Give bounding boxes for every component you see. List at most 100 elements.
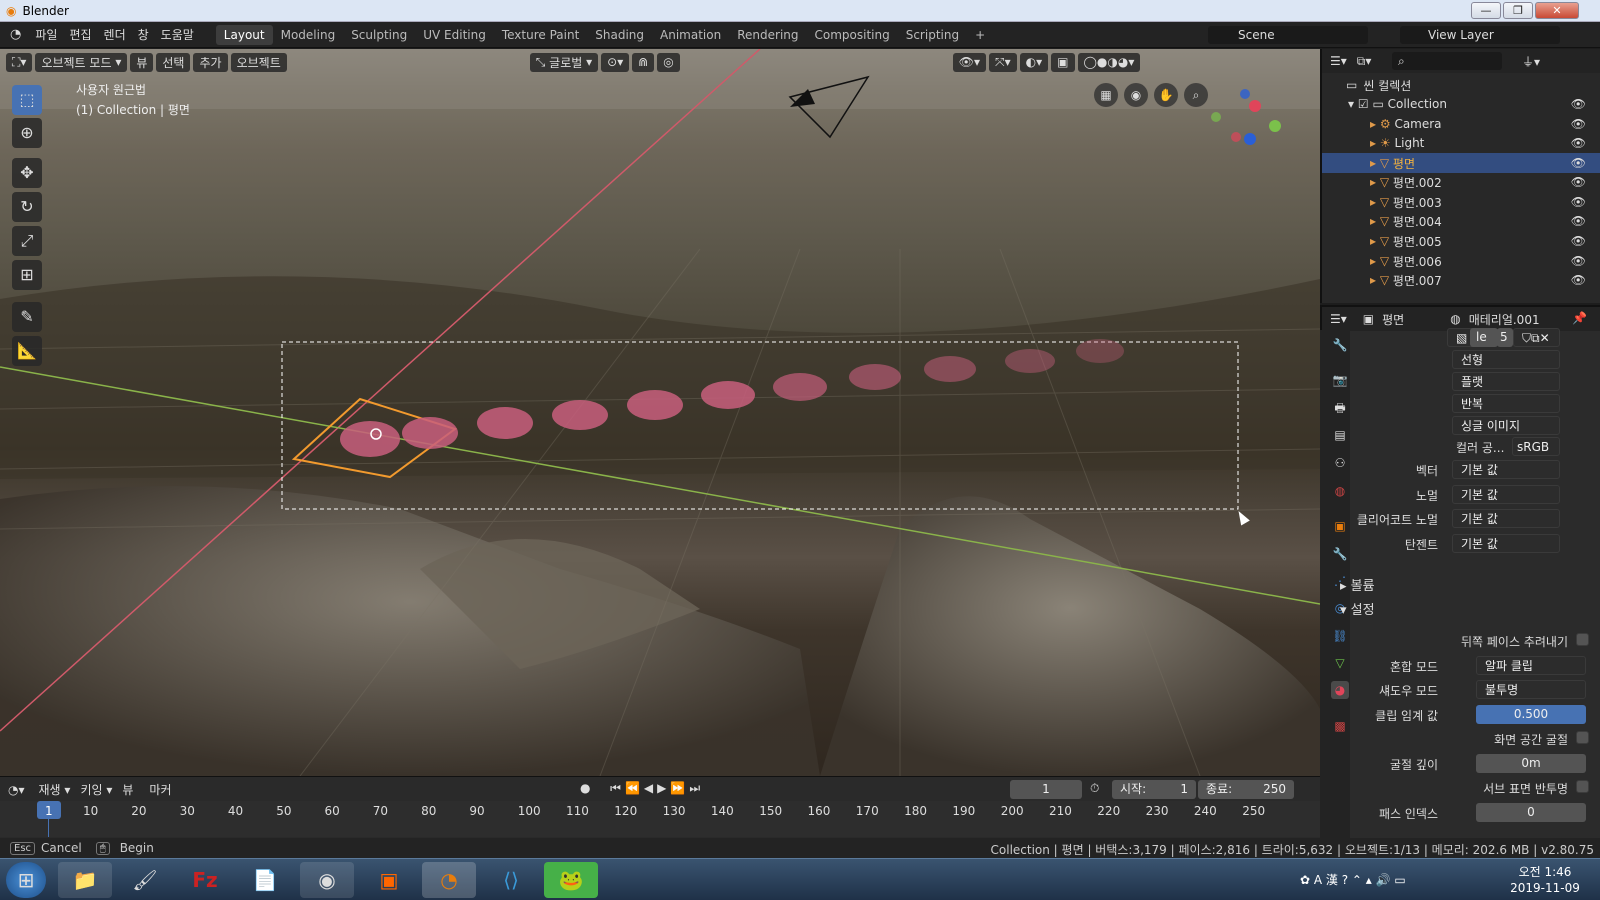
outliner-display-icon[interactable]: ⧉▾ — [1357, 54, 1372, 69]
jump-end-icon[interactable]: ⏭ — [689, 781, 704, 795]
eye-icon[interactable]: 👁 — [1571, 273, 1586, 287]
source-dropdown[interactable]: 싱글 이미지 — [1452, 416, 1560, 435]
tab-layout[interactable]: Layout — [215, 24, 273, 45]
constraints-tab-icon[interactable]: ⛓ — [1331, 627, 1349, 645]
minimize-button[interactable]: — — [1471, 2, 1501, 19]
subsurface-translucency-checkbox[interactable] — [1576, 780, 1589, 793]
tab-uv-editing[interactable]: UV Editing — [415, 25, 494, 45]
move-tool-icon[interactable]: ✥ — [12, 158, 42, 188]
frog-app-icon[interactable]: 🐸 — [544, 862, 598, 898]
outliner-item-plane-003[interactable]: ▸ ▽ 평면.003 👁 — [1322, 192, 1600, 212]
add-workspace-button[interactable]: + — [967, 25, 993, 45]
timeline-editor-icon[interactable]: ◔▾ — [8, 783, 25, 797]
outliner-item-plane-007[interactable]: ▸ ▽ 평면.007 👁 — [1322, 270, 1600, 290]
timeline-view-menu[interactable]: 뷰 — [122, 781, 133, 798]
filezilla-icon[interactable]: Fz — [178, 862, 232, 898]
tab-texture-paint[interactable]: Texture Paint — [494, 25, 587, 45]
next-key-icon[interactable]: ⏩ — [670, 781, 689, 795]
tab-sculpting[interactable]: Sculpting — [343, 25, 415, 45]
eye-icon[interactable]: 👁 — [1571, 117, 1586, 131]
end-frame-field[interactable]: 종료: 250 — [1198, 780, 1294, 799]
outliner-search-input[interactable]: ⌕ — [1392, 52, 1502, 70]
render-tab-icon[interactable]: 📷 — [1331, 371, 1349, 389]
cursor-tool-icon[interactable]: ⊕ — [12, 118, 42, 148]
timeline-ruler[interactable]: 1 10 20 30 40 50 60 70 80 90 100 110 120 130 140 150 160… — [0, 801, 1320, 837]
rotate-tool-icon[interactable]: ↻ — [12, 192, 42, 222]
blend-mode-dropdown[interactable]: 알파 클립 — [1476, 656, 1586, 675]
tangent-field[interactable]: 기본 값 — [1452, 534, 1560, 553]
outliner-item-collection[interactable]: ▾ ☑ ▭ Collection 👁 — [1322, 94, 1600, 114]
tray-icons[interactable]: ✿ A 漢 ? ⌃ ▴ 🔊 ▭ — [1300, 871, 1406, 888]
pin-icon[interactable]: 📌 — [1572, 311, 1587, 325]
outliner-item-light[interactable]: ▸ ☀ Light 👁 — [1322, 133, 1600, 153]
eye-icon[interactable]: 👁 — [1571, 97, 1586, 111]
checkbox-icon[interactable]: ☑ — [1358, 97, 1369, 111]
camera-view-icon[interactable]: ◉ — [1124, 83, 1148, 107]
vector-field[interactable]: 기본 값 — [1452, 460, 1560, 479]
jump-start-icon[interactable]: ⏮ — [610, 781, 625, 795]
properties-editor-icon[interactable]: ☰▾ — [1330, 312, 1347, 326]
live-app-icon[interactable]: ▣ — [362, 862, 416, 898]
maximize-button[interactable]: ❐ — [1503, 2, 1533, 19]
editor-type-icon[interactable]: ⛶▾ — [6, 52, 33, 72]
clip-threshold-slider[interactable]: 0.500 — [1476, 705, 1586, 724]
zoom-icon[interactable]: ⌕ — [1184, 83, 1208, 107]
prev-key-icon[interactable]: ⏪ — [625, 781, 644, 795]
vscode-icon[interactable]: ⟨⟩ — [484, 862, 538, 898]
eye-icon[interactable]: 👁 — [1571, 254, 1586, 268]
eye-icon[interactable]: 👁 — [1571, 156, 1586, 170]
tab-shading[interactable]: Shading — [587, 25, 652, 45]
color-space-dropdown[interactable]: sRGB — [1512, 437, 1560, 456]
notepad-icon[interactable]: 📄 — [238, 862, 292, 898]
marker-menu[interactable]: 마커 — [149, 781, 171, 798]
outliner-item-plane-004[interactable]: ▸ ▽ 평면.004 👁 — [1322, 211, 1600, 231]
screen-space-refraction-checkbox[interactable] — [1576, 731, 1589, 744]
eye-icon[interactable]: 👁 — [1571, 136, 1586, 150]
backface-culling-checkbox[interactable] — [1576, 633, 1589, 646]
image-actions[interactable]: ⛉⧉✕ — [1513, 328, 1560, 347]
overlay-toggle-icon[interactable]: ◐▾ — [1019, 52, 1049, 72]
close-button[interactable]: ✕ — [1535, 2, 1579, 19]
measure-tool-icon[interactable]: 📐 — [12, 336, 42, 366]
play-icon[interactable]: ▶ — [657, 781, 670, 795]
menu-view[interactable]: 뷰 — [130, 52, 154, 72]
transform-tool-icon[interactable]: ⊞ — [12, 260, 42, 290]
refraction-depth-field[interactable]: 0m — [1476, 754, 1586, 773]
keying-menu[interactable]: 키잉 ▾ — [80, 781, 112, 798]
view-layer-selector[interactable]: View Layer — [1400, 26, 1560, 44]
select-box-icon[interactable]: ⬚ — [12, 85, 42, 115]
menu-help[interactable]: 도움말 — [155, 26, 200, 43]
menu-object[interactable]: 오브젝트 — [230, 52, 287, 72]
menu-edit[interactable]: 편집 — [63, 26, 97, 43]
visibility-icon[interactable]: 👁▾ — [952, 52, 987, 72]
gizmo-toggle-icon[interactable]: ⤧▾ — [989, 52, 1017, 72]
image-name-field[interactable]: le — [1470, 328, 1498, 347]
pass-index-field[interactable]: 0 — [1476, 803, 1586, 822]
shadow-mode-dropdown[interactable]: 불투명 — [1476, 680, 1586, 699]
output-tab-icon[interactable]: 🖶 — [1331, 399, 1349, 417]
eye-icon[interactable]: 👁 — [1571, 195, 1586, 209]
outliner-item-camera[interactable]: ▸ ⚙ Camera 👁 — [1322, 114, 1600, 134]
tab-modeling[interactable]: Modeling — [273, 25, 344, 45]
xray-icon[interactable]: ▣ — [1051, 52, 1075, 72]
pan-hand-icon[interactable]: ✋ — [1154, 83, 1178, 107]
object-mode-dropdown[interactable]: 오브젝트 모드 ▾ — [35, 52, 128, 72]
snap-icon[interactable]: ⋒ — [632, 52, 655, 72]
clock-date[interactable]: 2019-11-09 — [1500, 881, 1590, 895]
eye-icon[interactable]: 👁 — [1571, 214, 1586, 228]
view-layer-tab-icon[interactable]: ▤ — [1331, 426, 1349, 444]
interpolation-dropdown[interactable]: 선형 — [1452, 350, 1560, 369]
expand-icon[interactable]: ▾ — [1348, 97, 1354, 111]
menu-file[interactable]: 파일 — [29, 26, 63, 43]
shading-modes-icon[interactable]: ◯●◑◕▾ — [1077, 52, 1141, 72]
settings-panel-header[interactable]: ▾ 설정 — [1340, 599, 1375, 618]
play-reverse-icon[interactable]: ◀ — [644, 781, 657, 795]
pivot-icon[interactable]: ⊙▾ — [601, 52, 630, 72]
scale-tool-icon[interactable]: ⤢ — [12, 226, 42, 256]
explorer-icon[interactable]: 📁 — [58, 862, 112, 898]
normal-field[interactable]: 기본 값 — [1452, 485, 1560, 504]
playback-controls[interactable]: ● ⏮⏪◀▶⏩⏭ — [580, 781, 704, 796]
grid-view-icon[interactable]: ▦ — [1094, 83, 1118, 107]
tab-compositing[interactable]: Compositing — [807, 25, 898, 45]
menu-add[interactable]: 추가 — [193, 52, 228, 72]
